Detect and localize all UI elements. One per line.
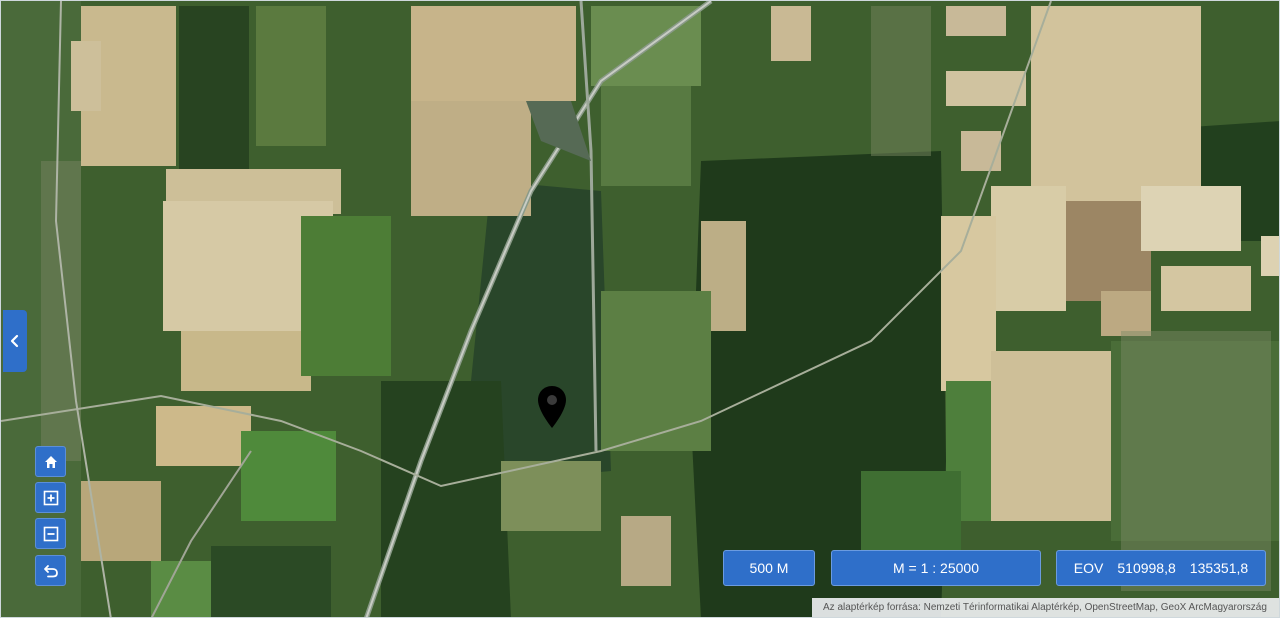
scale-ratio-label: M = 1 : 25000 [831,550,1041,586]
panel-toggle-button[interactable] [3,310,27,372]
scale-bar-label: 500 M [723,550,815,586]
map-attribution: Az alaptérkép forrása: Nemzeti Térinform… [812,598,1279,617]
coord-x-value: 510998,8 [1117,560,1176,576]
zoom-in-button[interactable] [35,482,66,513]
home-button[interactable] [35,446,66,477]
satellite-basemap [1,1,1279,617]
zoom-out-button[interactable] [35,518,66,549]
map-view[interactable]: 500 M M = 1 : 25000 EOV 510998,8 135351,… [0,0,1280,618]
coord-y-value: 135351,8 [1189,560,1249,576]
chevron-left-icon [10,334,19,348]
home-icon [44,455,57,468]
location-marker[interactable] [537,385,567,429]
zoom-in-icon [43,490,58,505]
coord-system-label: EOV [1073,560,1104,576]
undo-icon [43,564,58,577]
zoom-out-icon [43,526,58,541]
back-button[interactable] [35,555,66,586]
coordinate-readout: EOV 510998,8 135351,8 [1056,550,1266,586]
